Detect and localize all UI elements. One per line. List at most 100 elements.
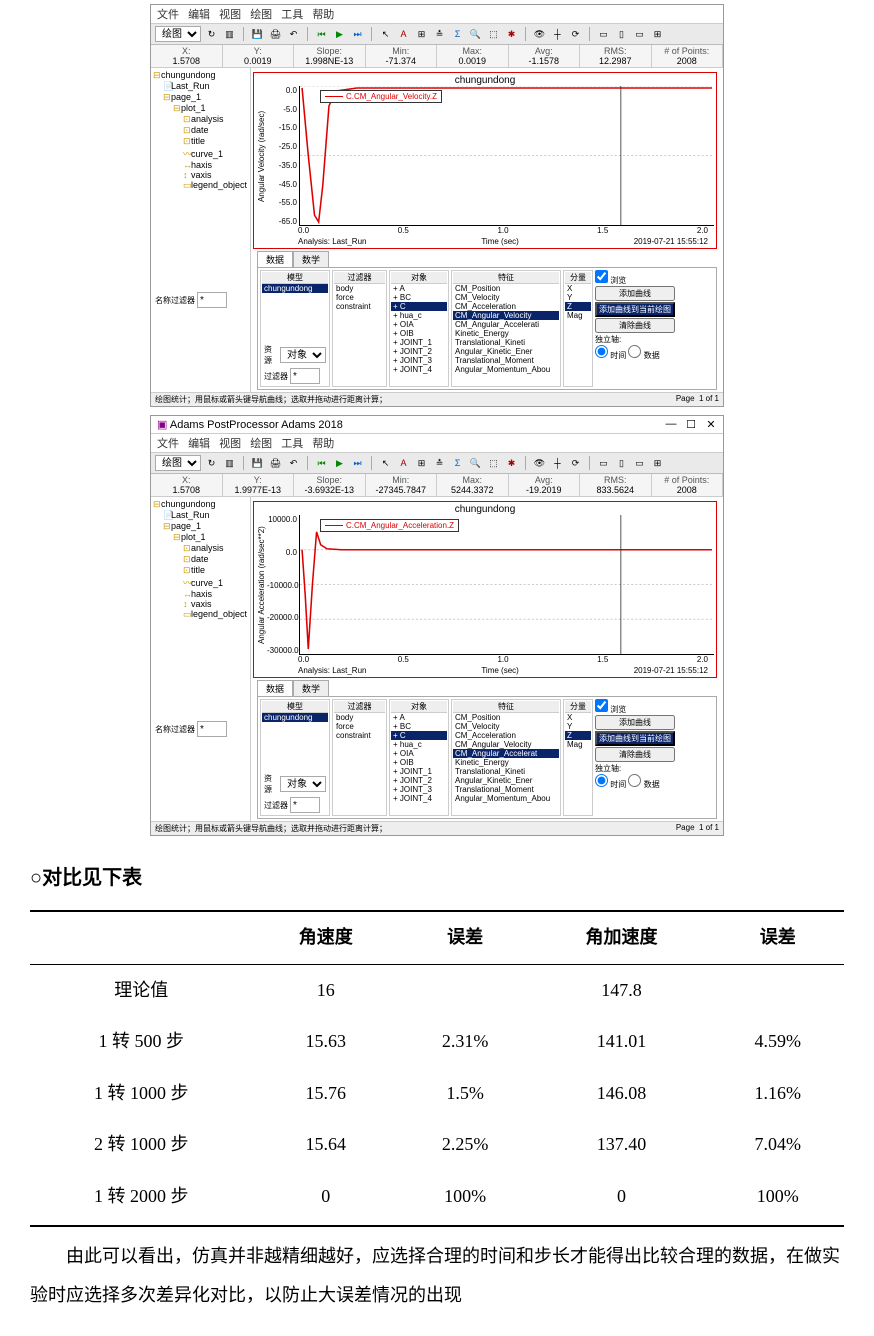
char-pos[interactable]: CM_Position bbox=[453, 284, 559, 293]
save-icon[interactable]: 💾 bbox=[250, 27, 265, 42]
char-angvel[interactable]: CM_Angular_Velocity bbox=[453, 740, 559, 749]
btn-add-to-plot[interactable]: 添加曲线到当前绘图 bbox=[595, 302, 675, 317]
grid-icon[interactable]: ✱ bbox=[504, 456, 519, 471]
reload-icon[interactable]: ↻ bbox=[204, 27, 219, 42]
obj-j4[interactable]: + JOINT_4 bbox=[391, 794, 447, 803]
menu-help[interactable]: 帮助 bbox=[312, 9, 334, 21]
filter-body[interactable]: body bbox=[334, 713, 385, 722]
arrow-icon[interactable]: ↖ bbox=[378, 27, 393, 42]
comp-x[interactable]: X bbox=[565, 713, 591, 722]
src-dropdown[interactable]: 对象 bbox=[280, 347, 326, 363]
obj-hua[interactable]: + hua_c bbox=[391, 311, 447, 320]
comp-z[interactable]: Z bbox=[565, 731, 591, 740]
layout4-icon[interactable]: ⊞ bbox=[650, 27, 665, 42]
btn-add-curve[interactable]: 添加曲线 bbox=[595, 715, 675, 730]
obj-a[interactable]: + A bbox=[391, 713, 447, 722]
axis-icon[interactable]: ┼ bbox=[550, 456, 565, 471]
menu-plot[interactable]: 绘图 bbox=[250, 9, 272, 21]
tab-data[interactable]: 数据 bbox=[257, 251, 293, 267]
tab-data[interactable]: 数据 bbox=[257, 680, 293, 696]
char-ake[interactable]: Angular_Kinetic_Ener bbox=[453, 776, 559, 785]
obj-bc[interactable]: + BC bbox=[391, 293, 447, 302]
char-vel[interactable]: CM_Velocity bbox=[453, 722, 559, 731]
close-icon[interactable]: ✕ bbox=[705, 418, 717, 431]
reload-icon[interactable]: ↻ bbox=[204, 456, 219, 471]
char-am[interactable]: Angular_Momentum_Abou bbox=[453, 794, 559, 803]
comp-mag[interactable]: Mag bbox=[565, 311, 591, 320]
tab-math[interactable]: 数学 bbox=[293, 680, 329, 696]
play-icon[interactable]: ▶ bbox=[332, 456, 347, 471]
obj-hua[interactable]: + hua_c bbox=[391, 740, 447, 749]
mode-dropdown[interactable]: 绘图 bbox=[155, 26, 201, 42]
btn-clear[interactable]: 清除曲线 bbox=[595, 318, 675, 333]
new-page-icon[interactable]: ▥ bbox=[222, 27, 237, 42]
layout3-icon[interactable]: ▭ bbox=[632, 456, 647, 471]
cursor-icon[interactable]: ≛ bbox=[432, 456, 447, 471]
char-angvel[interactable]: CM_Angular_Velocity bbox=[453, 311, 559, 320]
view-icon[interactable]: 👁 bbox=[532, 456, 547, 471]
filter-constraint[interactable]: constraint bbox=[334, 731, 385, 740]
btn-add-curve[interactable]: 添加曲线 bbox=[595, 286, 675, 301]
filter-force[interactable]: force bbox=[334, 293, 385, 302]
plot-region[interactable]: chungundong Angular Acceleration (rad/se… bbox=[253, 501, 717, 678]
layout4-icon[interactable]: ⊞ bbox=[650, 456, 665, 471]
char-angacc[interactable]: CM_Angular_Accelerati bbox=[453, 320, 559, 329]
comp-z[interactable]: Z bbox=[565, 302, 591, 311]
obj-filter-input[interactable] bbox=[290, 797, 320, 813]
layout1-icon[interactable]: ▭ bbox=[596, 456, 611, 471]
zoom-icon[interactable]: 🔍 bbox=[468, 27, 483, 42]
char-ake[interactable]: Angular_Kinetic_Ener bbox=[453, 347, 559, 356]
obj-oia[interactable]: + OIA bbox=[391, 320, 447, 329]
obj-a[interactable]: + A bbox=[391, 284, 447, 293]
surf-checkbox[interactable] bbox=[595, 270, 608, 283]
last-icon[interactable]: ⏭ bbox=[350, 27, 365, 42]
stats-icon[interactable]: Σ bbox=[450, 456, 465, 471]
grid-icon[interactable]: ✱ bbox=[504, 27, 519, 42]
radio-data[interactable] bbox=[628, 774, 641, 787]
undo-icon[interactable]: ↶ bbox=[286, 27, 301, 42]
obj-j3[interactable]: + JOINT_3 bbox=[391, 356, 447, 365]
filter-constraint[interactable]: constraint bbox=[334, 302, 385, 311]
comp-x[interactable]: X bbox=[565, 284, 591, 293]
obj-bc[interactable]: + BC bbox=[391, 722, 447, 731]
layout2-icon[interactable]: ▯ bbox=[614, 27, 629, 42]
menu-help[interactable]: 帮助 bbox=[312, 438, 334, 450]
obj-filter-input[interactable] bbox=[290, 368, 320, 384]
print-icon[interactable]: 🖨 bbox=[268, 27, 283, 42]
comp-mag[interactable]: Mag bbox=[565, 740, 591, 749]
char-acc[interactable]: CM_Acceleration bbox=[453, 302, 559, 311]
undo-icon[interactable]: ↶ bbox=[286, 456, 301, 471]
btn-clear[interactable]: 清除曲线 bbox=[595, 747, 675, 762]
char-vel[interactable]: CM_Velocity bbox=[453, 293, 559, 302]
src-dropdown[interactable]: 对象 bbox=[280, 776, 326, 792]
radio-time[interactable] bbox=[595, 345, 608, 358]
char-am[interactable]: Angular_Momentum_Abou bbox=[453, 365, 559, 374]
chart-canvas[interactable]: C.CM_Angular_Velocity.Z bbox=[299, 86, 714, 226]
menu-file[interactable]: 文件 bbox=[157, 438, 179, 450]
menu-tools[interactable]: 工具 bbox=[281, 9, 303, 21]
stats-icon[interactable]: Σ bbox=[450, 27, 465, 42]
refresh-icon[interactable]: ⟳ bbox=[568, 456, 583, 471]
radio-time[interactable] bbox=[595, 774, 608, 787]
menu-tools[interactable]: 工具 bbox=[281, 438, 303, 450]
min-icon[interactable]: — bbox=[665, 418, 677, 431]
char-acc[interactable]: CM_Acceleration bbox=[453, 731, 559, 740]
char-ke[interactable]: Kinetic_Energy bbox=[453, 329, 559, 338]
char-tk[interactable]: Translational_Kineti bbox=[453, 767, 559, 776]
menu-view[interactable]: 视图 bbox=[219, 9, 241, 21]
comp-y[interactable]: Y bbox=[565, 293, 591, 302]
radio-data[interactable] bbox=[628, 345, 641, 358]
name-filter-input[interactable] bbox=[197, 721, 227, 737]
zoom-icon[interactable]: 🔍 bbox=[468, 456, 483, 471]
print-icon[interactable]: 🖨 bbox=[268, 456, 283, 471]
annotate-icon[interactable]: ⊞ bbox=[414, 27, 429, 42]
chart-canvas[interactable]: C.CM_Angular_Acceleration.Z bbox=[299, 515, 714, 655]
model-item[interactable]: chungundong bbox=[262, 284, 328, 293]
text-icon[interactable]: A bbox=[396, 27, 411, 42]
first-icon[interactable]: ⏮ bbox=[314, 27, 329, 42]
play-icon[interactable]: ▶ bbox=[332, 27, 347, 42]
first-icon[interactable]: ⏮ bbox=[314, 456, 329, 471]
menu-edit[interactable]: 编辑 bbox=[188, 438, 210, 450]
obj-j1[interactable]: + JOINT_1 bbox=[391, 338, 447, 347]
tree-panel[interactable]: ⊟chungundong 📄Last_Run ⊟page_1 ⊟plot_1 ⊡… bbox=[151, 68, 251, 392]
